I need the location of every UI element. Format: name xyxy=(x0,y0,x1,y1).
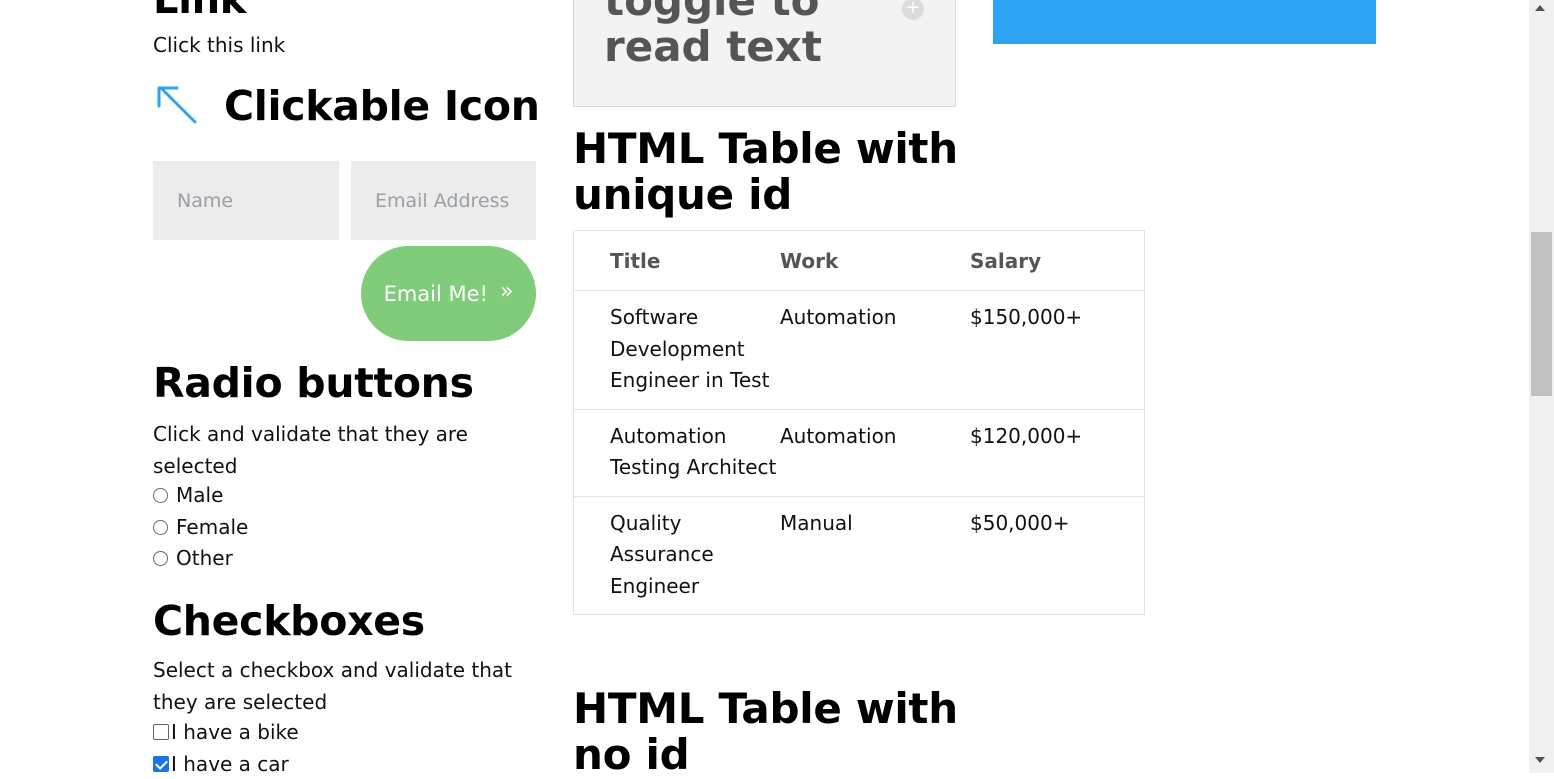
table-row: Software Development Engineer in Test Au… xyxy=(573,290,1145,409)
table-cell: $150,000+ xyxy=(970,290,1145,409)
checkboxes-heading: Checkboxes xyxy=(153,597,425,645)
blue-button-bar[interactable] xyxy=(993,0,1376,44)
radio-label: Female xyxy=(176,515,249,539)
table-cell: $120,000+ xyxy=(970,408,1145,496)
clickable-icon-heading: Clickable Icon xyxy=(224,82,540,130)
table-cell: Quality Assurance Engineer xyxy=(573,495,780,615)
table-row: Quality Assurance Engineer Manual $50,00… xyxy=(573,495,1145,615)
radio-button[interactable] xyxy=(153,487,168,503)
checkbox-label: I have a car xyxy=(171,752,289,776)
scroll-up-arrow-icon[interactable] xyxy=(1535,5,1545,11)
unique-id-table: Title Work Salary Software Development E… xyxy=(573,230,1145,615)
checkbox[interactable] xyxy=(153,724,169,740)
email-me-label: Email Me! xyxy=(383,281,488,306)
table-cell: Automation xyxy=(780,290,970,409)
radio-description: Click and validate that they are selecte… xyxy=(153,422,468,478)
checkbox-description: Select a checkbox and validate that they… xyxy=(153,658,512,714)
scroll-down-arrow-icon[interactable] xyxy=(1535,757,1545,763)
radio-option-male[interactable]: Male xyxy=(153,483,223,507)
arrow-up-left-icon[interactable] xyxy=(155,84,199,128)
radio-option-female[interactable]: Female xyxy=(153,515,248,539)
radio-label: Male xyxy=(176,483,224,507)
scrollbar-thumb[interactable] xyxy=(1531,232,1552,396)
radio-buttons-heading: Radio buttons xyxy=(153,359,474,407)
table-header-row: Title Work Salary xyxy=(573,230,1145,291)
column-header-salary: Salary xyxy=(970,230,1145,291)
column-header-title: Title xyxy=(573,230,780,291)
table-unique-id-heading: HTML Table with unique id xyxy=(573,124,958,219)
link-heading: Link xyxy=(153,0,247,23)
table-cell: Software Development Engineer in Test xyxy=(573,290,780,409)
column-header-work: Work xyxy=(780,230,970,291)
table-cell: $50,000+ xyxy=(970,495,1145,615)
click-this-link[interactable]: Click this link xyxy=(153,33,285,57)
checkbox-option-car[interactable]: I have a car xyxy=(153,752,289,776)
table-row: Automation Testing Architect Automation … xyxy=(573,408,1145,496)
name-field[interactable] xyxy=(153,161,339,240)
double-chevron-right-icon: » xyxy=(499,278,514,304)
checkbox-option-bike[interactable]: I have a bike xyxy=(153,720,299,744)
email-field[interactable] xyxy=(351,161,536,240)
radio-label: Other xyxy=(176,546,233,570)
checkbox-label: I have a bike xyxy=(171,720,299,744)
radio-button[interactable] xyxy=(153,550,168,566)
table-no-id-heading: HTML Table with no id xyxy=(573,684,958,779)
toggle-title: toggle to read text xyxy=(604,0,822,71)
table-cell: Manual xyxy=(780,495,970,615)
table-cell: Automation Testing Architect xyxy=(573,408,780,496)
checkbox[interactable] xyxy=(153,756,169,772)
email-me-button[interactable]: Email Me! » xyxy=(361,246,536,341)
radio-button[interactable] xyxy=(153,519,168,535)
radio-option-other[interactable]: Other xyxy=(153,546,233,570)
table-cell: Automation xyxy=(780,408,970,496)
